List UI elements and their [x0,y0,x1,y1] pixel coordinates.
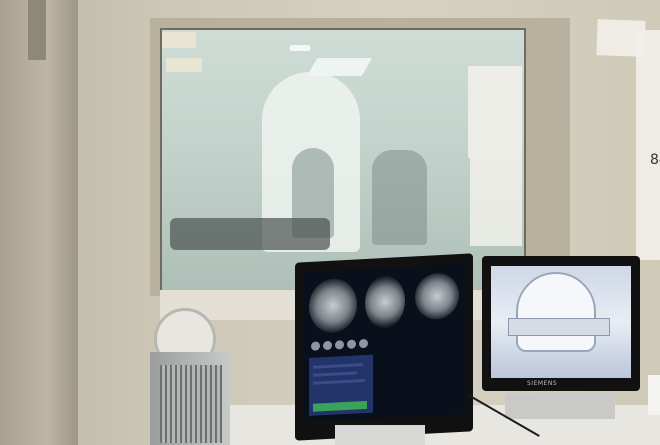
scan-axial [415,272,459,321]
window-sticker-2 [166,58,202,72]
thumbnail [323,340,332,351]
camera-monitor-stand [505,393,615,419]
cup [648,375,660,415]
patient-table-view [508,318,610,336]
window-sticker [162,32,196,48]
photo-scene: 84 [0,0,660,445]
protocol-row [313,363,363,369]
mri-monitor [295,253,473,441]
equipment-vents [160,365,222,443]
thumbnail [311,341,320,351]
wall-note-number: 84 [650,152,660,168]
door-frame [0,0,78,445]
protocol-row [313,371,357,377]
monitor-brand: SIEMENS [527,380,558,387]
mri-monitor-screen [303,263,465,423]
window-paper-notice-2 [470,158,522,246]
thumbnail [347,339,356,349]
patient-on-table [170,218,330,250]
technician-silhouette [372,150,427,245]
wall-paper-sheet [636,30,660,260]
ceiling-light-small [290,45,310,51]
protocol-row [313,378,365,385]
window-paper-notice [468,66,522,158]
door-hinge [28,0,46,60]
scan-sagittal [309,277,357,334]
thumbnail [335,340,344,350]
protocol-panel [309,354,373,416]
start-button [313,400,367,412]
scan-coronal [365,274,405,329]
thumbnail [359,338,368,349]
scanner-camera-view [516,272,596,352]
mri-monitor-stand [335,425,425,445]
